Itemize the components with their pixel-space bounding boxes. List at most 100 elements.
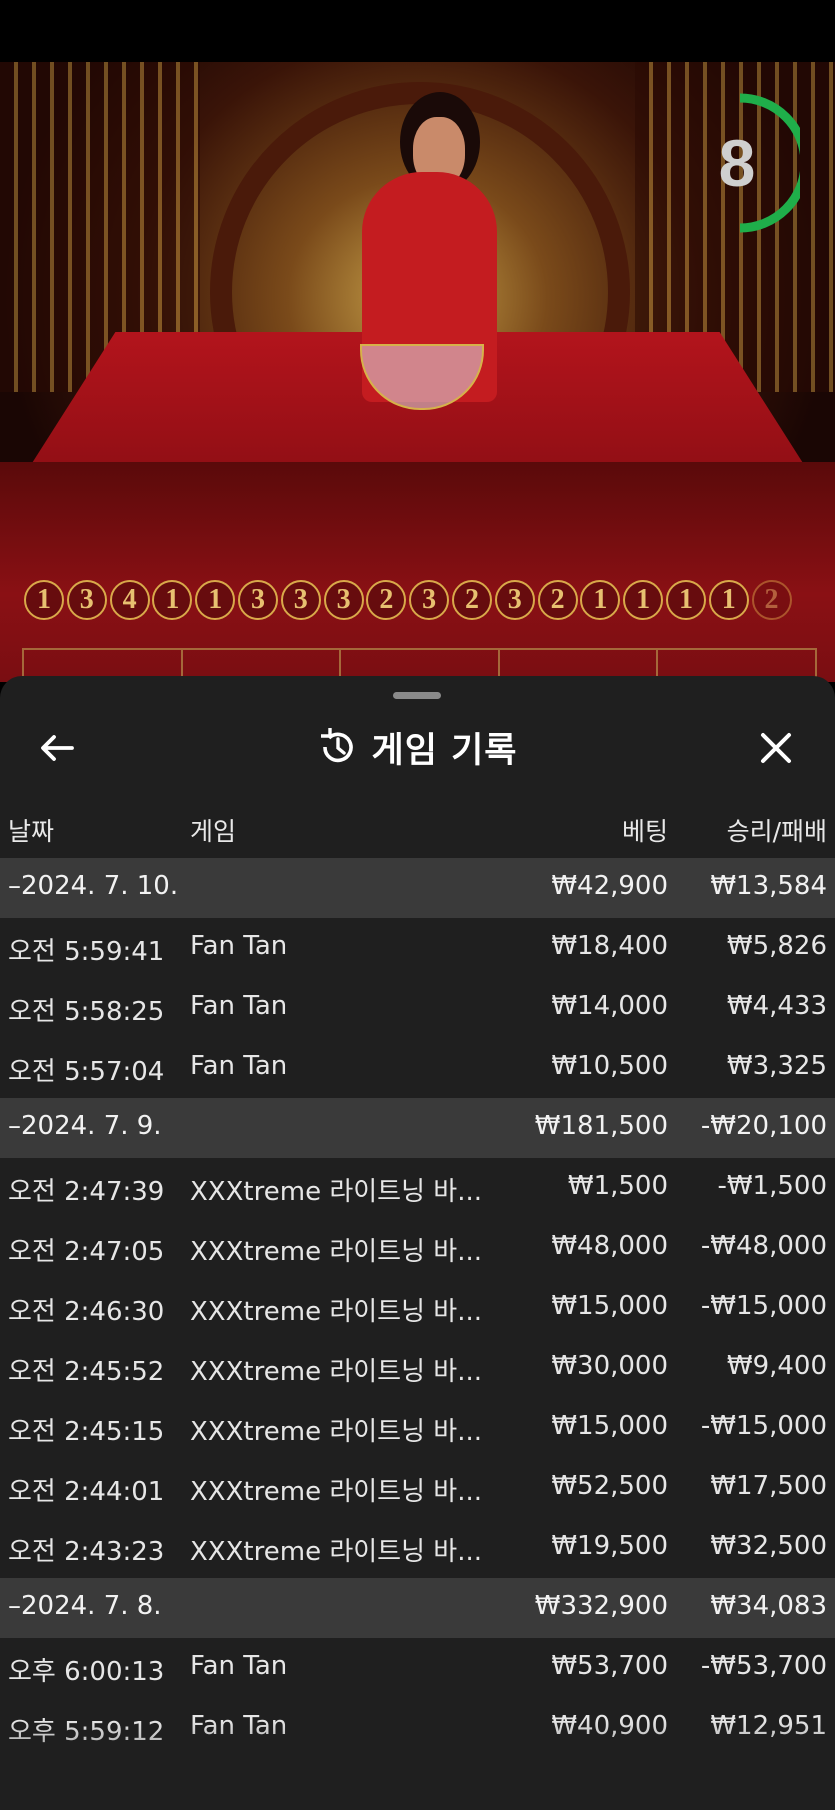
history-row[interactable]: 오전 2:46:30 XXXtreme 라이트닝 바... ₩15,000 -₩15,… (0, 1278, 835, 1338)
history-row[interactable]: 오후 6:00:13 Fan Tan ₩53,700 -₩53,700 (0, 1638, 835, 1698)
column-headers: 날짜 게임 베팅 승리/패배 (0, 806, 835, 854)
row-date: 오후 6:00:13 (8, 1657, 165, 1687)
road-result-bead: 3 (409, 580, 450, 620)
close-icon (761, 733, 791, 763)
title-group: 게임 기록 (0, 716, 835, 778)
history-list[interactable]: –2024. 7. 10. ₩42,900 ₩13,584 오전 5:59:41 Fan… (0, 858, 835, 1758)
history-row[interactable]: 오전 2:44:01 XXXtreme 라이트닝 바... ₩52,500 ₩17,5… (0, 1458, 835, 1518)
page-title: 게임 기록 (371, 730, 518, 771)
road-result-bead: 1 (623, 580, 664, 620)
road-result-bead: 3 (280, 580, 321, 620)
round-timer: 8 (700, 93, 810, 233)
row-result: ₩34,083 (710, 1591, 827, 1621)
history-icon (320, 728, 353, 763)
history-row[interactable]: 오전 5:59:41 Fan Tan ₩18,400 ₩5,826 (0, 918, 835, 978)
history-row[interactable]: 오전 5:57:04 Fan Tan ₩10,500 ₩3,325 (0, 1038, 835, 1098)
road-result-bead: 1 (580, 580, 621, 620)
row-bet: ₩15,000 (551, 1291, 668, 1321)
row-date: 오전 2:44:01 (8, 1477, 165, 1507)
row-date: 오전 2:46:30 (8, 1297, 165, 1327)
row-bet: ₩18,400 (551, 931, 668, 961)
row-bet: ₩52,500 (551, 1471, 668, 1501)
history-row[interactable]: 오전 2:47:05 XXXtreme 라이트닝 바... ₩48,000 -₩48,… (0, 1218, 835, 1278)
row-result: ₩3,325 (726, 1051, 827, 1081)
row-bet: ₩332,900 (534, 1591, 668, 1621)
road-result-bead: 3 (323, 580, 364, 620)
row-result: ₩13,584 (710, 871, 827, 901)
row-game: XXXtreme 라이트닝 바... (190, 1297, 482, 1327)
bet-spots-strip (22, 648, 817, 678)
row-date: 오전 5:59:41 (8, 937, 165, 967)
row-game: XXXtreme 라이트닝 바... (190, 1237, 482, 1267)
row-game: XXXtreme 라이트닝 바... (190, 1537, 482, 1567)
row-date: 오후 5:59:12 (8, 1717, 165, 1747)
bet-spot (341, 650, 500, 678)
road-result-bead: 3 (237, 580, 278, 620)
history-row[interactable]: 오전 2:45:52 XXXtreme 라이트닝 바... ₩30,000 ₩9,40… (0, 1338, 835, 1398)
results-road: 134113332323211112 (24, 580, 794, 626)
row-date: 오전 5:57:04 (8, 1057, 165, 1087)
row-result: ₩4,433 (726, 991, 827, 1021)
road-result-bead: 2 (451, 580, 492, 620)
bet-spot (500, 650, 659, 678)
road-result-bead: 3 (494, 580, 535, 620)
road-result-bead: 2 (751, 580, 792, 620)
road-result-bead: 1 (24, 580, 64, 620)
road-result-bead: 1 (152, 580, 193, 620)
row-bet: ₩42,900 (551, 871, 668, 901)
history-row[interactable]: 오전 2:45:15 XXXtreme 라이트닝 바... ₩15,000 -₩15,… (0, 1398, 835, 1458)
row-game: Fan Tan (190, 1711, 288, 1741)
row-date: 오전 2:47:05 (8, 1237, 165, 1267)
history-row[interactable]: 오전 2:47:39 XXXtreme 라이트닝 바... ₩1,500 -₩1,50… (0, 1158, 835, 1218)
row-bet: ₩15,000 (551, 1411, 668, 1441)
row-game: XXXtreme 라이트닝 바... (190, 1357, 482, 1387)
road-result-bead: 3 (66, 580, 107, 620)
history-row[interactable]: 오전 2:43:23 XXXtreme 라이트닝 바... ₩19,500 ₩32,5… (0, 1518, 835, 1578)
date-group-row[interactable]: –2024. 7. 9. ₩181,500 -₩20,100 (0, 1098, 835, 1158)
bet-spot (658, 650, 815, 678)
date-group-row[interactable]: –2024. 7. 10. ₩42,900 ₩13,584 (0, 858, 835, 918)
row-date: 오전 2:47:39 (8, 1177, 165, 1207)
bet-spot (24, 650, 183, 678)
history-row[interactable]: 오후 5:59:12 Fan Tan ₩40,900 ₩12,951 (0, 1698, 835, 1758)
row-result: -₩48,000 (700, 1231, 827, 1261)
row-bet: ₩53,700 (551, 1651, 668, 1681)
row-result: ₩5,826 (726, 931, 827, 961)
date-group-row[interactable]: –2024. 7. 8. ₩332,900 ₩34,083 (0, 1578, 835, 1638)
road-result-bead: 2 (537, 580, 578, 620)
road-result-bead: 1 (195, 580, 236, 620)
bet-spot (183, 650, 342, 678)
row-game: Fan Tan (190, 1651, 288, 1681)
road-result-bead: 1 (708, 580, 749, 620)
row-date: –2024. 7. 9. (8, 1111, 162, 1141)
drag-handle[interactable] (393, 692, 441, 699)
header-bet: 베팅 (621, 817, 668, 846)
row-result: ₩32,500 (710, 1531, 827, 1561)
row-date: 오전 2:45:15 (8, 1417, 165, 1447)
row-game: XXXtreme 라이트닝 바... (190, 1477, 482, 1507)
row-game: Fan Tan (190, 991, 288, 1021)
road-result-bead: 2 (366, 580, 407, 620)
row-bet: ₩1,500 (567, 1171, 668, 1201)
game-history-panel: 게임 기록 날짜 게임 베팅 승리/패배 –2024. 7. 10. ₩42,90… (0, 676, 835, 1810)
row-game: Fan Tan (190, 1051, 288, 1081)
row-date: 오전 5:58:25 (8, 997, 165, 1027)
close-button[interactable] (754, 726, 798, 770)
row-date: –2024. 7. 8. (8, 1591, 162, 1621)
road-result-bead: 1 (665, 580, 706, 620)
row-bet: ₩10,500 (551, 1051, 668, 1081)
row-result: -₩1,500 (717, 1171, 827, 1201)
row-game: Fan Tan (190, 931, 288, 961)
road-result-bead: 4 (109, 580, 150, 620)
row-bet: ₩19,500 (551, 1531, 668, 1561)
history-row[interactable]: 오전 5:58:25 Fan Tan ₩14,000 ₩4,433 (0, 978, 835, 1038)
row-result: ₩12,951 (710, 1711, 827, 1741)
header-date: 날짜 (8, 817, 55, 846)
row-bet: ₩181,500 (534, 1111, 668, 1141)
back-button[interactable] (36, 726, 80, 770)
arrow-left-icon (41, 735, 74, 761)
row-bet: ₩40,900 (551, 1711, 668, 1741)
row-date: –2024. 7. 10. (8, 871, 179, 901)
row-result: ₩9,400 (726, 1351, 827, 1381)
row-result: ₩17,500 (710, 1471, 827, 1501)
